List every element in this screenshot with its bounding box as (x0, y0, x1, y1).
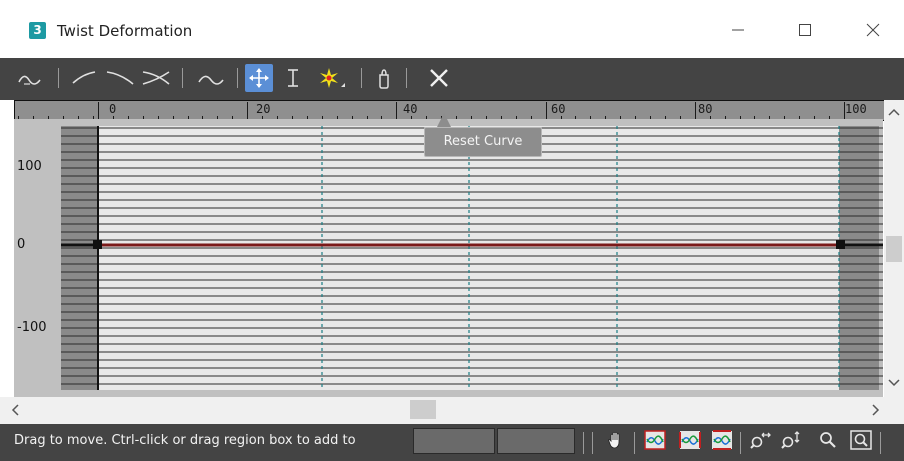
ruler-tick (694, 102, 696, 120)
zoom-horizontal-button[interactable] (749, 429, 773, 451)
maximize-button[interactable] (782, 12, 828, 48)
pan-button[interactable] (604, 429, 628, 451)
tooltip: Reset Curve (424, 127, 542, 157)
app-icon: 3 (29, 22, 46, 39)
zoom-vertical-icon (781, 431, 800, 449)
window-title: Twist Deformation (57, 22, 193, 40)
zoom-region-icon (850, 430, 872, 450)
ruler-label: 100 (845, 102, 867, 116)
ruler-label: 0 (109, 102, 117, 116)
toolbar-separator (237, 68, 238, 88)
ruler-label: 60 (551, 102, 566, 116)
move-control-point-button[interactable] (245, 64, 273, 92)
status-separator (592, 432, 593, 454)
reset-curve-button[interactable] (425, 64, 453, 92)
symmetry-icon (18, 75, 41, 85)
zoom-extents-button[interactable] (643, 429, 667, 451)
title-bar: 3 Twist Deformation (0, 0, 904, 58)
reset-curve-icon (430, 69, 448, 87)
make-symmetrical-button[interactable] (14, 64, 46, 92)
curve-graph[interactable]: 100 0 -100 (14, 119, 883, 397)
horizontal-scrollbar[interactable] (0, 397, 904, 424)
vertical-scroll-thumb (886, 236, 902, 262)
swap-curves-button[interactable] (193, 64, 227, 92)
curve-cross-icon (142, 71, 170, 85)
close-icon (866, 23, 880, 37)
delete-control-point-button[interactable] (373, 64, 395, 92)
horizontal-scroll-thumb (410, 400, 436, 419)
delete-point-icon (379, 69, 389, 89)
toolbar-separator (58, 68, 59, 88)
zoom-vertical-extents-button[interactable] (710, 429, 734, 451)
tooltip-arrow (437, 113, 451, 127)
toolbar (0, 58, 904, 100)
insert-point-icon (320, 68, 345, 88)
scroll-left-icon (11, 404, 19, 416)
ruler-tick (98, 102, 99, 120)
ruler-label: 20 (256, 102, 271, 116)
insert-corner-point-button[interactable] (315, 64, 349, 92)
zoom-horizontal-extents-button[interactable] (678, 429, 702, 451)
minimize-button[interactable] (715, 12, 761, 48)
curve-both-button[interactable] (139, 64, 173, 92)
ruler-label: 40 (403, 102, 418, 116)
zoom-horizontal-icon (750, 432, 771, 449)
scroll-up-icon (888, 108, 900, 116)
scroll-right-icon (872, 404, 880, 416)
zoom-button[interactable] (816, 429, 840, 451)
zoom-vertical-extents-icon (712, 430, 732, 450)
close-button[interactable] (850, 12, 896, 48)
status-field-y[interactable] (497, 428, 575, 454)
swap-curve-icon (198, 75, 224, 85)
curve-ascending-icon (72, 71, 96, 84)
ruler-label: 80 (698, 102, 713, 116)
toolbar-separator (182, 68, 183, 88)
status-separator (583, 432, 584, 454)
zoom-vertical-button[interactable] (780, 429, 804, 451)
toolbar-separator (361, 68, 362, 88)
curve-descending-icon (106, 71, 134, 85)
zoom-icon (820, 432, 836, 448)
status-separator (634, 432, 635, 454)
control-point-start[interactable] (93, 240, 102, 249)
vertical-scrollbar-graphics (886, 108, 902, 387)
curve-2-button[interactable] (103, 64, 137, 92)
ruler-tick (247, 102, 249, 120)
pan-hand-icon (608, 431, 620, 449)
ruler-tick (545, 102, 547, 120)
zoom-extents-icon (644, 430, 666, 450)
move-point-icon (249, 68, 269, 88)
status-separator (880, 432, 881, 454)
zoom-region-button[interactable] (849, 429, 873, 451)
maximize-icon (799, 24, 811, 36)
control-point-end[interactable] (836, 240, 845, 249)
status-bar: Drag to move. Ctrl-click or drag region … (0, 424, 904, 461)
toolbar-separator (406, 68, 407, 88)
plot-canvas[interactable] (14, 119, 883, 397)
scroll-down-icon (888, 379, 900, 387)
minimize-icon (732, 29, 744, 31)
ruler-tick (396, 102, 398, 120)
horizontal-scrollbar-graphics (11, 400, 880, 419)
status-separator (740, 432, 741, 454)
status-message: Drag to move. Ctrl-click or drag region … (14, 433, 356, 448)
status-field-x[interactable] (413, 428, 495, 454)
curve-1-button[interactable] (70, 64, 98, 92)
scale-point-icon (288, 69, 298, 87)
scale-control-point-button[interactable] (282, 64, 304, 92)
zoom-horizontal-extents-icon (679, 431, 701, 449)
vertical-scrollbar[interactable] (884, 100, 904, 397)
